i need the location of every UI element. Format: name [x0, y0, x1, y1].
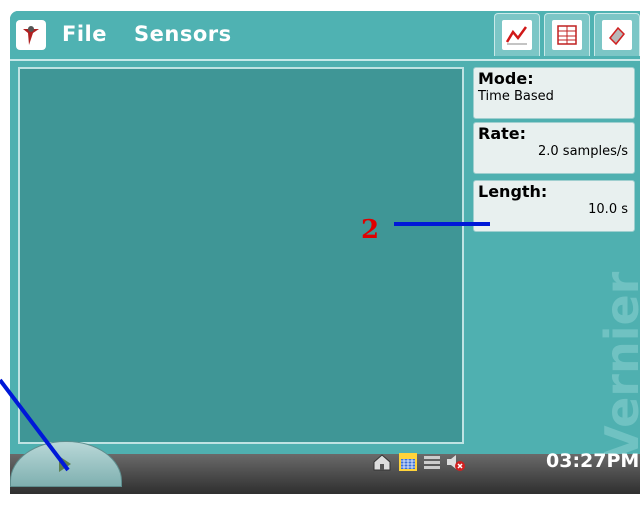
mode-label: Mode: — [478, 69, 534, 88]
meter-view-icon — [602, 20, 632, 50]
mode-value: Time Based — [478, 89, 554, 104]
rate-label: Rate: — [478, 124, 527, 143]
graph-view-icon — [502, 20, 532, 50]
device-screen: File Sensors Mode: Time Based Rate: 2.0 … — [10, 11, 640, 494]
rate-value: 2.0 samples/s — [538, 144, 628, 159]
menu-lines-icon[interactable] — [421, 451, 443, 473]
annotation-marker: 2 — [361, 215, 380, 245]
home-icon[interactable] — [371, 451, 393, 473]
keyboard-grid-icon[interactable] — [397, 451, 419, 473]
volume-muted-icon[interactable] — [444, 451, 466, 473]
app-logo-icon[interactable] — [16, 20, 46, 50]
length-setting[interactable]: Length: 10.0 s — [473, 180, 635, 232]
mode-setting[interactable]: Mode: Time Based — [473, 67, 635, 119]
file-menu[interactable]: File — [62, 22, 107, 46]
play-icon — [59, 456, 71, 472]
view-tabs — [486, 11, 640, 59]
length-label: Length: — [478, 182, 548, 201]
menu-divider — [10, 59, 640, 61]
tab-meter[interactable] — [594, 13, 640, 56]
tab-table[interactable] — [544, 13, 590, 56]
clock[interactable]: 03:27PM — [546, 450, 639, 472]
annotation-pointer-line — [394, 222, 490, 226]
vernier-watermark: Vernier — [595, 271, 640, 461]
length-value: 10.0 s — [588, 202, 628, 217]
sensors-menu[interactable]: Sensors — [134, 22, 232, 46]
menu-bar: File Sensors — [10, 11, 640, 59]
table-view-icon — [552, 20, 582, 50]
tab-graph[interactable] — [494, 13, 540, 56]
graph-area[interactable] — [18, 67, 464, 444]
rate-setting[interactable]: Rate: 2.0 samples/s — [473, 122, 635, 174]
